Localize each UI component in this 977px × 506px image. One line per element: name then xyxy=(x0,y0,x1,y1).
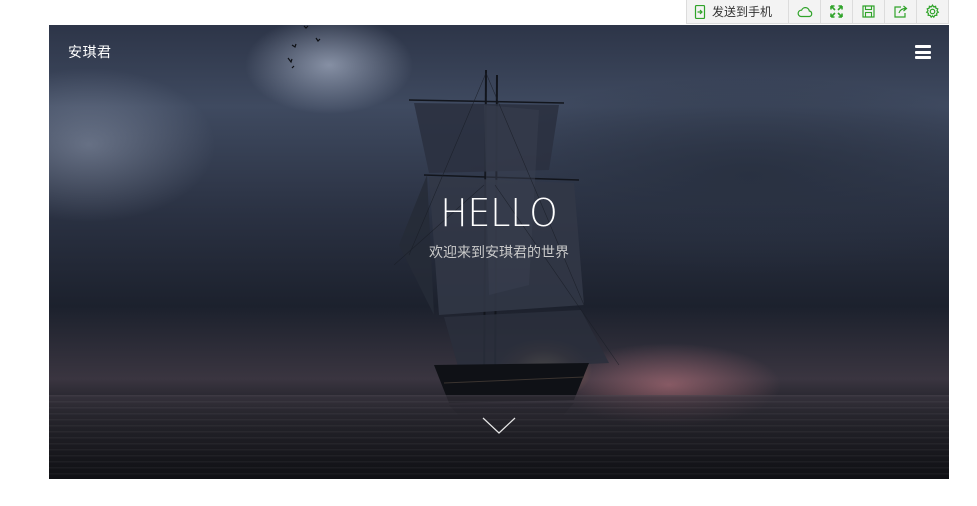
cloud-icon xyxy=(797,6,812,17)
site-brand[interactable]: 安琪君 xyxy=(68,42,112,62)
hamburger-menu-icon[interactable] xyxy=(915,45,931,59)
save-icon xyxy=(862,5,875,18)
share-icon xyxy=(893,5,907,18)
chevron-down-icon[interactable] xyxy=(482,417,516,435)
browser-toolbar: 发送到手机 xyxy=(686,0,949,24)
birds-image xyxy=(287,25,321,69)
sea-reflection xyxy=(49,395,949,479)
settings-button[interactable] xyxy=(917,0,949,23)
hero-banner: 安琪君 HELLO 欢迎来到安琪君的世界 xyxy=(49,25,949,479)
sailing-ship-image xyxy=(393,69,620,415)
fullscreen-button[interactable] xyxy=(821,0,853,23)
cloud-button[interactable] xyxy=(789,0,821,23)
send-to-phone-label: 发送到手机 xyxy=(712,5,773,19)
save-button[interactable] xyxy=(853,0,885,23)
hero-subtitle: 欢迎来到安琪君的世界 xyxy=(429,245,569,261)
send-to-phone-button[interactable]: 发送到手机 xyxy=(687,0,789,23)
settings-icon xyxy=(925,4,940,19)
fullscreen-icon xyxy=(830,5,843,18)
send-to-phone-icon xyxy=(694,4,706,19)
hero-title: HELLO xyxy=(440,191,558,235)
share-button[interactable] xyxy=(885,0,917,23)
